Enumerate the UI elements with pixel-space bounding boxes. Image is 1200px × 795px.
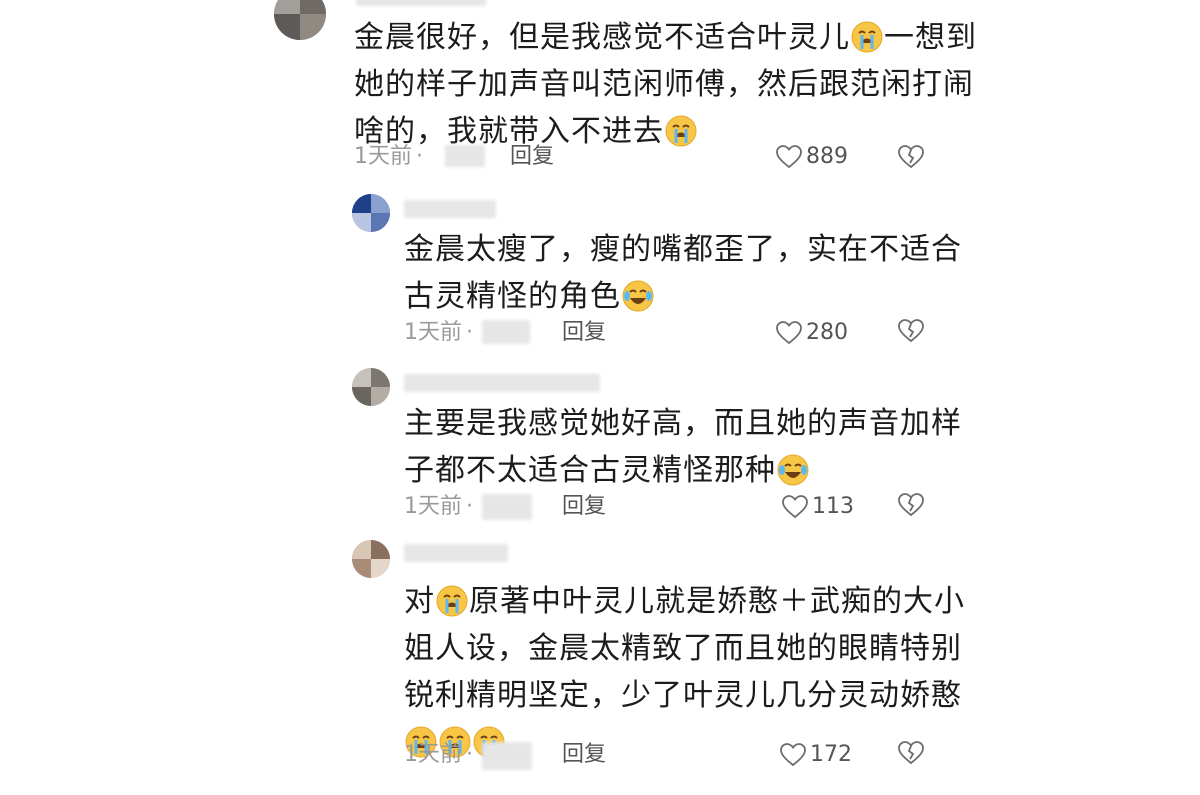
username[interactable] xyxy=(404,544,508,562)
separator-dot: · xyxy=(466,494,473,519)
laughing-emoji-icon xyxy=(622,280,654,312)
laughing-emoji-icon xyxy=(777,454,809,486)
like-count: 280 xyxy=(806,320,848,345)
like-button[interactable]: 889 xyxy=(776,142,848,172)
comment-text: 主要是我感觉她好高，而且她的声音加样 子都不太适合古灵精怪那种 xyxy=(404,406,962,488)
dislike-icon[interactable] xyxy=(898,144,924,170)
crying-emoji-icon xyxy=(851,21,883,53)
comment-text: 对原著中叶灵儿就是娇憨＋武痴的大小 姐人设，金晨太精致了而且她的眼睛特别 锐利精… xyxy=(404,578,965,766)
like-button[interactable]: 172 xyxy=(780,740,852,770)
avatar[interactable] xyxy=(352,540,390,578)
heart-icon xyxy=(776,145,802,169)
heart-icon xyxy=(776,321,802,345)
comment-meta: 1天前 · xyxy=(354,142,427,172)
username[interactable] xyxy=(404,200,496,218)
separator-dot: · xyxy=(466,742,473,767)
like-button[interactable]: 113 xyxy=(782,492,854,522)
like-count: 889 xyxy=(806,144,848,169)
avatar[interactable] xyxy=(352,194,390,232)
avatar[interactable] xyxy=(274,0,326,40)
comment-thread: 金晨很好，但是我感觉不适合叶灵儿 一想到 她的样子加声音叫范闲师傅，然后跟范闲打闹… xyxy=(270,0,976,795)
heart-icon xyxy=(780,743,806,767)
reply-button[interactable]: 回复 xyxy=(562,740,606,770)
heart-icon xyxy=(782,495,808,519)
crying-emoji-icon xyxy=(436,585,468,617)
reply-button[interactable]: 回复 xyxy=(510,142,554,172)
dislike-icon[interactable] xyxy=(898,740,924,766)
comment-text: 金晨很好，但是我感觉不适合叶灵儿 一想到 她的样子加声音叫范闲师傅，然后跟范闲打闹… xyxy=(354,20,977,149)
username[interactable] xyxy=(404,374,600,392)
timestamp: 1天前 xyxy=(404,742,462,767)
location-text xyxy=(445,145,485,167)
timestamp: 1天前 xyxy=(354,144,412,169)
location-text xyxy=(482,494,532,520)
username[interactable] xyxy=(356,0,486,6)
location-text xyxy=(482,320,530,344)
dislike-icon[interactable] xyxy=(898,492,924,518)
location-text xyxy=(482,742,532,770)
comment-meta: 1天前 · xyxy=(404,318,477,348)
timestamp: 1天前 xyxy=(404,320,462,345)
dislike-icon[interactable] xyxy=(898,318,924,344)
comment-meta: 1天前 · xyxy=(404,740,477,770)
timestamp: 1天前 xyxy=(404,494,462,519)
comment-text: 金晨太瘦了，瘦的嘴都歪了，实在不适合 古灵精怪的角色 xyxy=(404,232,962,314)
reply-button[interactable]: 回复 xyxy=(562,492,606,522)
like-count: 172 xyxy=(810,742,852,767)
crying-emoji-icon xyxy=(665,115,697,147)
comment-meta: 1天前 · xyxy=(404,492,477,522)
like-button[interactable]: 280 xyxy=(776,318,848,348)
reply-button[interactable]: 回复 xyxy=(562,318,606,348)
separator-dot: · xyxy=(416,144,423,169)
like-count: 113 xyxy=(812,494,854,519)
separator-dot: · xyxy=(466,320,473,345)
avatar[interactable] xyxy=(352,368,390,406)
